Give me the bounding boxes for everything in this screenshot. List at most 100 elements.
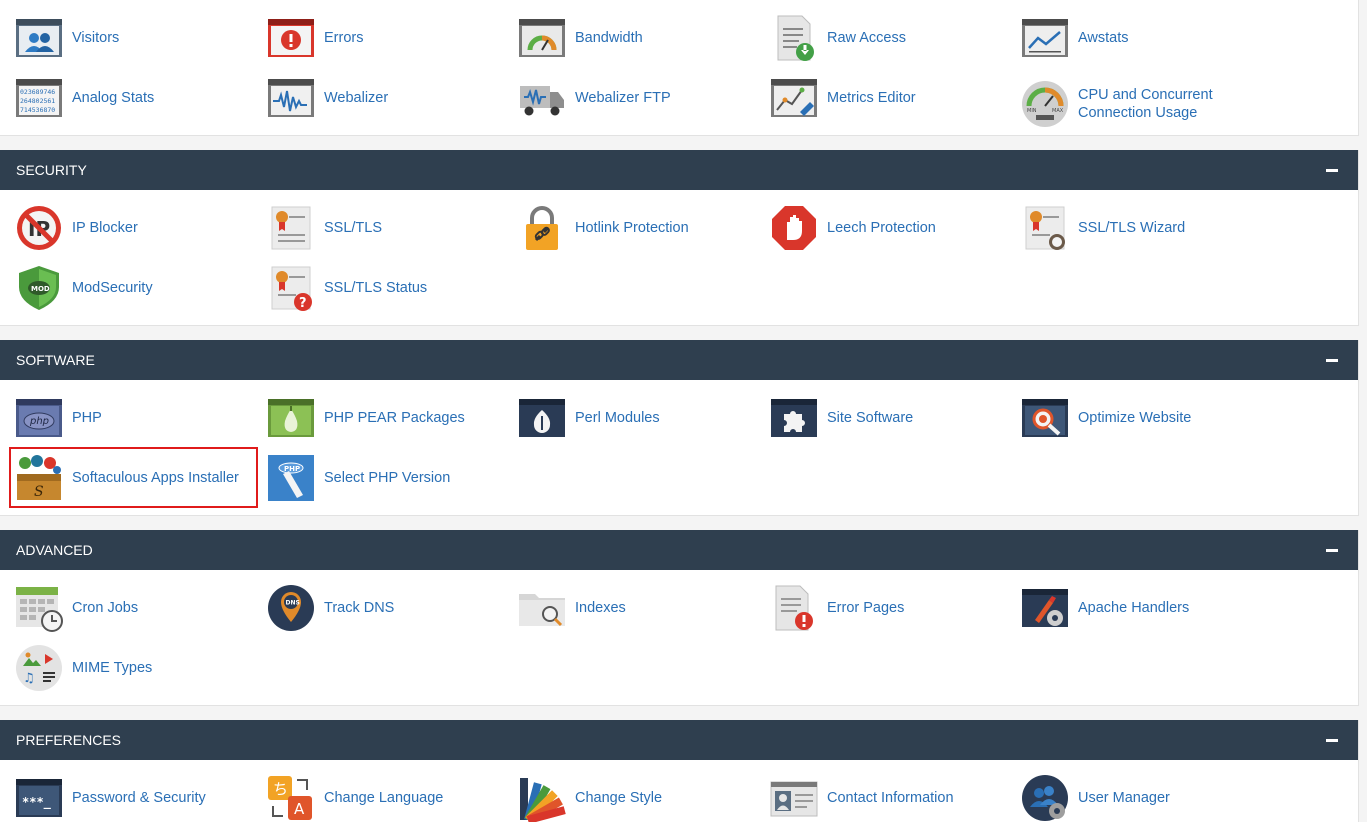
item-indexes[interactable]: Indexes [518, 584, 758, 632]
item-label: Bandwidth [575, 30, 643, 46]
item-cron-jobs[interactable]: Cron Jobs [15, 584, 255, 632]
panel-title: SECURITY [16, 162, 87, 178]
item-php-pear[interactable]: PHP PEAR Packages [267, 394, 507, 442]
php-pear-icon [267, 394, 315, 442]
collapse-icon[interactable] [1326, 549, 1338, 552]
item-label: Contact Information [827, 790, 954, 806]
php-version-label: PHP [284, 465, 300, 473]
php-label: php [29, 416, 49, 427]
item-apache-handlers[interactable]: Apache Handlers [1021, 584, 1261, 632]
select-php-version-icon: PHP [267, 454, 315, 502]
item-label: Metrics Editor [827, 90, 916, 106]
php-icon: php [15, 394, 63, 442]
item-site-software[interactable]: Site Software [770, 394, 1010, 442]
advanced-panel: ADVANCED Cron Jobs DNS Track DNS Indexes [0, 530, 1359, 706]
item-mime-types[interactable]: ♫ MIME Types [15, 644, 255, 692]
analog-stats-icon: 023689746 264802561 714536870 [15, 74, 63, 122]
cpu-max-label: MAX [1052, 108, 1064, 114]
item-password-security[interactable]: ***_ Password & Security [15, 774, 255, 822]
item-analog-stats[interactable]: 023689746 264802561 714536870 Analog Sta… [15, 74, 255, 122]
item-label: Indexes [575, 600, 626, 616]
raw-access-icon [770, 14, 818, 62]
item-cpu-usage[interactable]: MIN MAX CPU and Concurrent Connection Us… [1021, 80, 1261, 128]
ssl-tls-wizard-icon [1021, 204, 1069, 252]
password-security-icon: ***_ [15, 774, 63, 822]
item-bandwidth[interactable]: Bandwidth [518, 14, 758, 62]
metrics-editor-icon [770, 74, 818, 122]
item-softaculous[interactable]: S Softaculous Apps Installer [15, 454, 255, 502]
item-awstats[interactable]: Awstats [1021, 14, 1261, 62]
item-label: SSL/TLS [324, 220, 383, 236]
security-panel: SECURITY IP IP Blocker SSL/TLS Hotlink P… [0, 150, 1359, 326]
item-perl-modules[interactable]: Perl Modules [518, 394, 758, 442]
user-manager-icon [1021, 774, 1069, 822]
item-modsecurity[interactable]: MOD ModSecurity [15, 264, 255, 312]
modsecurity-icon: MOD [15, 264, 63, 312]
item-change-language[interactable]: ち A Change Language [267, 774, 507, 822]
item-label: Select PHP Version [324, 470, 451, 486]
item-label: SSL/TLS Wizard [1078, 220, 1186, 236]
item-label: Perl Modules [575, 410, 660, 426]
item-metrics-editor[interactable]: Metrics Editor [770, 74, 1010, 122]
item-label: Change Style [575, 790, 663, 806]
change-style-icon [518, 774, 566, 822]
software-header[interactable]: SOFTWARE [0, 340, 1358, 380]
ssl-tls-icon [267, 204, 315, 252]
item-ssl-tls[interactable]: SSL/TLS [267, 204, 507, 252]
cpu-min-label: MIN [1027, 108, 1037, 114]
item-label: PHP [72, 410, 102, 426]
apache-handlers-icon [1021, 584, 1069, 632]
item-contact-information[interactable]: Contact Information [770, 774, 1010, 822]
item-track-dns[interactable]: DNS Track DNS [267, 584, 507, 632]
language-glyph-b: ち [273, 780, 288, 798]
item-php[interactable]: php PHP [15, 394, 255, 442]
item-label: Leech Protection [827, 220, 936, 236]
item-ssl-tls-status[interactable]: ? SSL/TLS Status [267, 264, 507, 312]
analog-row-1: 023689746 [20, 88, 55, 96]
dns-label: DNS [286, 600, 300, 607]
item-visitors[interactable]: Visitors [15, 14, 255, 62]
item-label: Raw Access [827, 30, 906, 46]
item-label: CPU and Concurrent Connection Usage [1078, 87, 1213, 121]
item-label: Softaculous Apps Installer [72, 470, 239, 486]
analog-row-2: 264802561 [20, 97, 55, 105]
error-pages-icon [770, 584, 818, 632]
item-label: IP Blocker [72, 220, 138, 236]
advanced-header[interactable]: ADVANCED [0, 530, 1358, 570]
collapse-icon[interactable] [1326, 169, 1338, 172]
ip-blocker-icon: IP [15, 204, 63, 252]
item-errors[interactable]: Errors [267, 14, 507, 62]
preferences-header[interactable]: PREFERENCES [0, 720, 1358, 760]
item-label: Optimize Website [1078, 410, 1192, 426]
item-ip-blocker[interactable]: IP IP Blocker [15, 204, 255, 252]
perl-modules-icon [518, 394, 566, 442]
item-webalizer-ftp[interactable]: Webalizer FTP [518, 74, 758, 122]
item-change-style[interactable]: Change Style [518, 774, 758, 822]
password-mask: ***_ [22, 795, 52, 810]
item-leech-protection[interactable]: Leech Protection [770, 204, 1010, 252]
change-language-icon: ち A [267, 774, 315, 822]
collapse-icon[interactable] [1326, 359, 1338, 362]
item-optimize-website[interactable]: Optimize Website [1021, 394, 1261, 442]
language-glyph-a: A [294, 800, 305, 818]
item-label: User Manager [1078, 790, 1170, 806]
item-ssl-tls-wizard[interactable]: SSL/TLS Wizard [1021, 204, 1261, 252]
item-raw-access[interactable]: Raw Access [770, 14, 1010, 62]
svg-text:S: S [34, 484, 44, 500]
item-hotlink-protection[interactable]: Hotlink Protection [518, 204, 758, 252]
item-label: Awstats [1078, 30, 1129, 46]
preferences-panel: PREFERENCES ***_ Password & Security ち A… [0, 720, 1359, 822]
item-error-pages[interactable]: Error Pages [770, 584, 1010, 632]
item-label: Webalizer [324, 90, 389, 106]
item-webalizer[interactable]: Webalizer [267, 74, 507, 122]
security-header[interactable]: SECURITY [0, 150, 1358, 190]
item-label: Visitors [72, 30, 120, 46]
item-user-manager[interactable]: User Manager [1021, 774, 1261, 822]
panel-title: ADVANCED [16, 542, 93, 558]
mime-types-icon: ♫ [15, 644, 63, 692]
item-label: MIME Types [72, 660, 153, 676]
item-label: Apache Handlers [1078, 600, 1190, 616]
collapse-icon[interactable] [1326, 739, 1338, 742]
item-select-php-version[interactable]: PHP Select PHP Version [267, 454, 507, 502]
indexes-icon [518, 584, 566, 632]
